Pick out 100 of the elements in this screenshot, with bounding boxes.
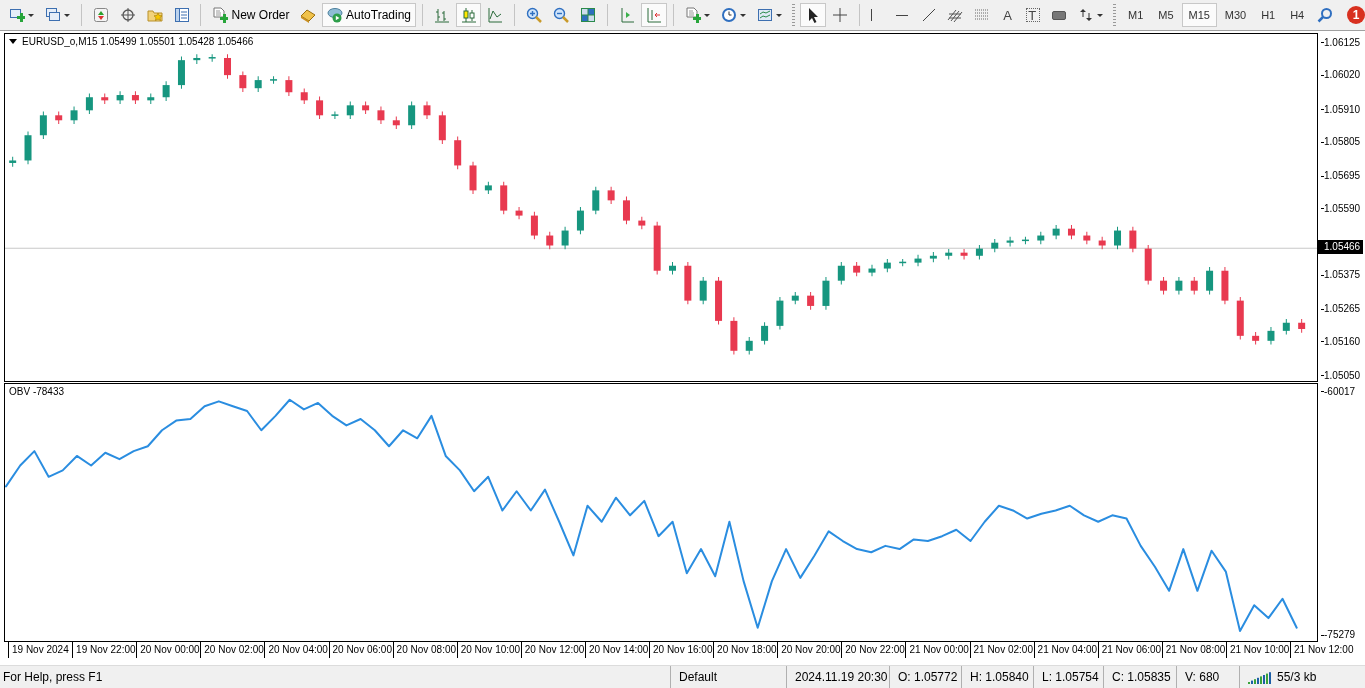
candlestick bbox=[177, 55, 185, 90]
candlestick bbox=[423, 101, 431, 120]
candlestick bbox=[285, 75, 293, 97]
open-price: O: 1.05772 bbox=[898, 670, 958, 684]
autoscroll-icon bbox=[646, 7, 663, 23]
candlestick bbox=[1190, 276, 1198, 295]
low-price: L: 1.05754 bbox=[1042, 670, 1099, 684]
bar-time: 2024.11.19 20:30 bbox=[795, 670, 888, 684]
axis-label: 20 Nov 18:00 bbox=[713, 642, 777, 658]
candlestick bbox=[914, 254, 922, 267]
candlestick bbox=[1021, 236, 1029, 245]
candlestick bbox=[592, 186, 600, 215]
candlestick bbox=[837, 261, 845, 285]
target-icon bbox=[119, 7, 136, 23]
candlestick bbox=[1114, 226, 1121, 250]
candlestick bbox=[960, 248, 968, 260]
axis-label: 19 Nov 2024 bbox=[8, 642, 69, 658]
help-text: For Help, press F1 bbox=[3, 670, 103, 684]
zoom-out-icon bbox=[553, 7, 570, 23]
timeframe-button[interactable]: M30 bbox=[1217, 3, 1254, 27]
arrows-icon bbox=[1078, 7, 1095, 23]
toolbar-button[interactable]: AutoTrading bbox=[322, 3, 416, 27]
connection-bars-icon bbox=[1248, 670, 1272, 684]
axis-label: 21 Nov 02:00 bbox=[969, 642, 1033, 658]
dropdown-triangle-icon bbox=[9, 39, 17, 44]
axis-label: 20 Nov 08:00 bbox=[392, 642, 457, 658]
candlestick bbox=[546, 231, 554, 250]
timeframe-button[interactable]: M1 bbox=[1121, 3, 1151, 27]
candlestick bbox=[1037, 231, 1045, 245]
hatched-lines-icon bbox=[947, 7, 964, 23]
text-tool-button[interactable]: T bbox=[1021, 3, 1046, 27]
text-tool-button[interactable]: A bbox=[996, 3, 1021, 27]
candlestick bbox=[254, 75, 262, 93]
close-price: C: 1.05835 bbox=[1112, 670, 1171, 684]
candlestick bbox=[929, 251, 937, 263]
dotted-lines-icon bbox=[974, 7, 991, 23]
indicator-label: OBV -78433 bbox=[9, 386, 65, 397]
candlestick bbox=[1068, 224, 1075, 240]
candlestick bbox=[438, 111, 446, 145]
candlestick bbox=[1052, 224, 1060, 240]
axis-label: 19 Nov 22:00 bbox=[72, 642, 136, 658]
axis-label: 20 Nov 16:00 bbox=[649, 642, 713, 658]
candlestick bbox=[791, 291, 799, 305]
tile-windows-icon bbox=[580, 7, 597, 23]
candlestick bbox=[101, 93, 109, 105]
document-plus-icon bbox=[212, 7, 229, 23]
timeframe-button[interactable]: M5 bbox=[1151, 3, 1181, 27]
candlestick bbox=[116, 90, 124, 105]
price-label: 1.05466 bbox=[1318, 240, 1364, 255]
zoom-in-icon bbox=[526, 7, 543, 23]
line-chart-icon bbox=[487, 7, 504, 23]
axis-label: 20 Nov 14:00 bbox=[584, 642, 649, 658]
candlestick bbox=[761, 321, 769, 346]
axis-label: 20 Nov 02:00 bbox=[200, 642, 264, 658]
timeframe-button[interactable]: H1 bbox=[1254, 3, 1283, 27]
candlestick bbox=[715, 276, 723, 326]
document-plus-icon bbox=[685, 7, 701, 23]
candlestick-icon bbox=[460, 7, 477, 23]
axis-label: 20 Nov 20:00 bbox=[777, 642, 841, 658]
timeframe-button[interactable]: H4 bbox=[1283, 3, 1312, 27]
axis-label: 21 Nov 04:00 bbox=[1033, 642, 1098, 658]
candlestick bbox=[70, 106, 78, 125]
candlestick bbox=[745, 336, 753, 355]
high-price: H: 1.05840 bbox=[970, 670, 1029, 684]
candlestick bbox=[1129, 226, 1137, 253]
candlestick bbox=[85, 93, 93, 115]
candlestick bbox=[699, 276, 707, 305]
chart-title: EURUSD_o,M15 1.05499 1.05501 1.05428 1.05466 bbox=[22, 36, 254, 47]
candlestick bbox=[316, 96, 324, 120]
axis-label: 21 Nov 10:00 bbox=[1225, 642, 1290, 658]
axis-label: 21 Nov 06:00 bbox=[1097, 642, 1162, 658]
profile-name: Default bbox=[679, 670, 718, 684]
candlestick bbox=[1236, 296, 1244, 341]
traffic-text: 55/3 kb bbox=[1277, 670, 1317, 684]
timeframe-button[interactable]: M15 bbox=[1181, 3, 1217, 27]
candlestick bbox=[1006, 236, 1014, 247]
tool-button[interactable] bbox=[799, 3, 826, 27]
list-window-icon bbox=[173, 7, 190, 23]
axis-label: 21 Nov 08:00 bbox=[1161, 642, 1226, 658]
candlestick bbox=[1206, 266, 1214, 295]
candlestick bbox=[669, 261, 676, 275]
chart-plus-icon bbox=[9, 7, 25, 23]
candlestick bbox=[147, 93, 155, 105]
candlestick bbox=[991, 238, 999, 253]
candlestick bbox=[807, 291, 815, 311]
axis-label: 20 Nov 06:00 bbox=[328, 642, 392, 658]
candlestick bbox=[1221, 266, 1229, 305]
search-icon bbox=[1317, 7, 1334, 23]
candlestick bbox=[607, 186, 615, 205]
folder-star-icon bbox=[146, 7, 163, 23]
notification-badge[interactable]: 1 bbox=[1347, 6, 1365, 24]
candlestick bbox=[9, 156, 17, 168]
candlestick bbox=[853, 261, 861, 277]
axis-label: 20 Nov 10:00 bbox=[456, 642, 521, 658]
candlestick bbox=[454, 136, 462, 170]
candlestick bbox=[684, 261, 692, 305]
bar-chart-icon bbox=[433, 7, 450, 23]
toolbar-button[interactable]: New Order bbox=[207, 3, 295, 27]
candlestick bbox=[622, 196, 630, 225]
caret-icon bbox=[63, 13, 70, 17]
